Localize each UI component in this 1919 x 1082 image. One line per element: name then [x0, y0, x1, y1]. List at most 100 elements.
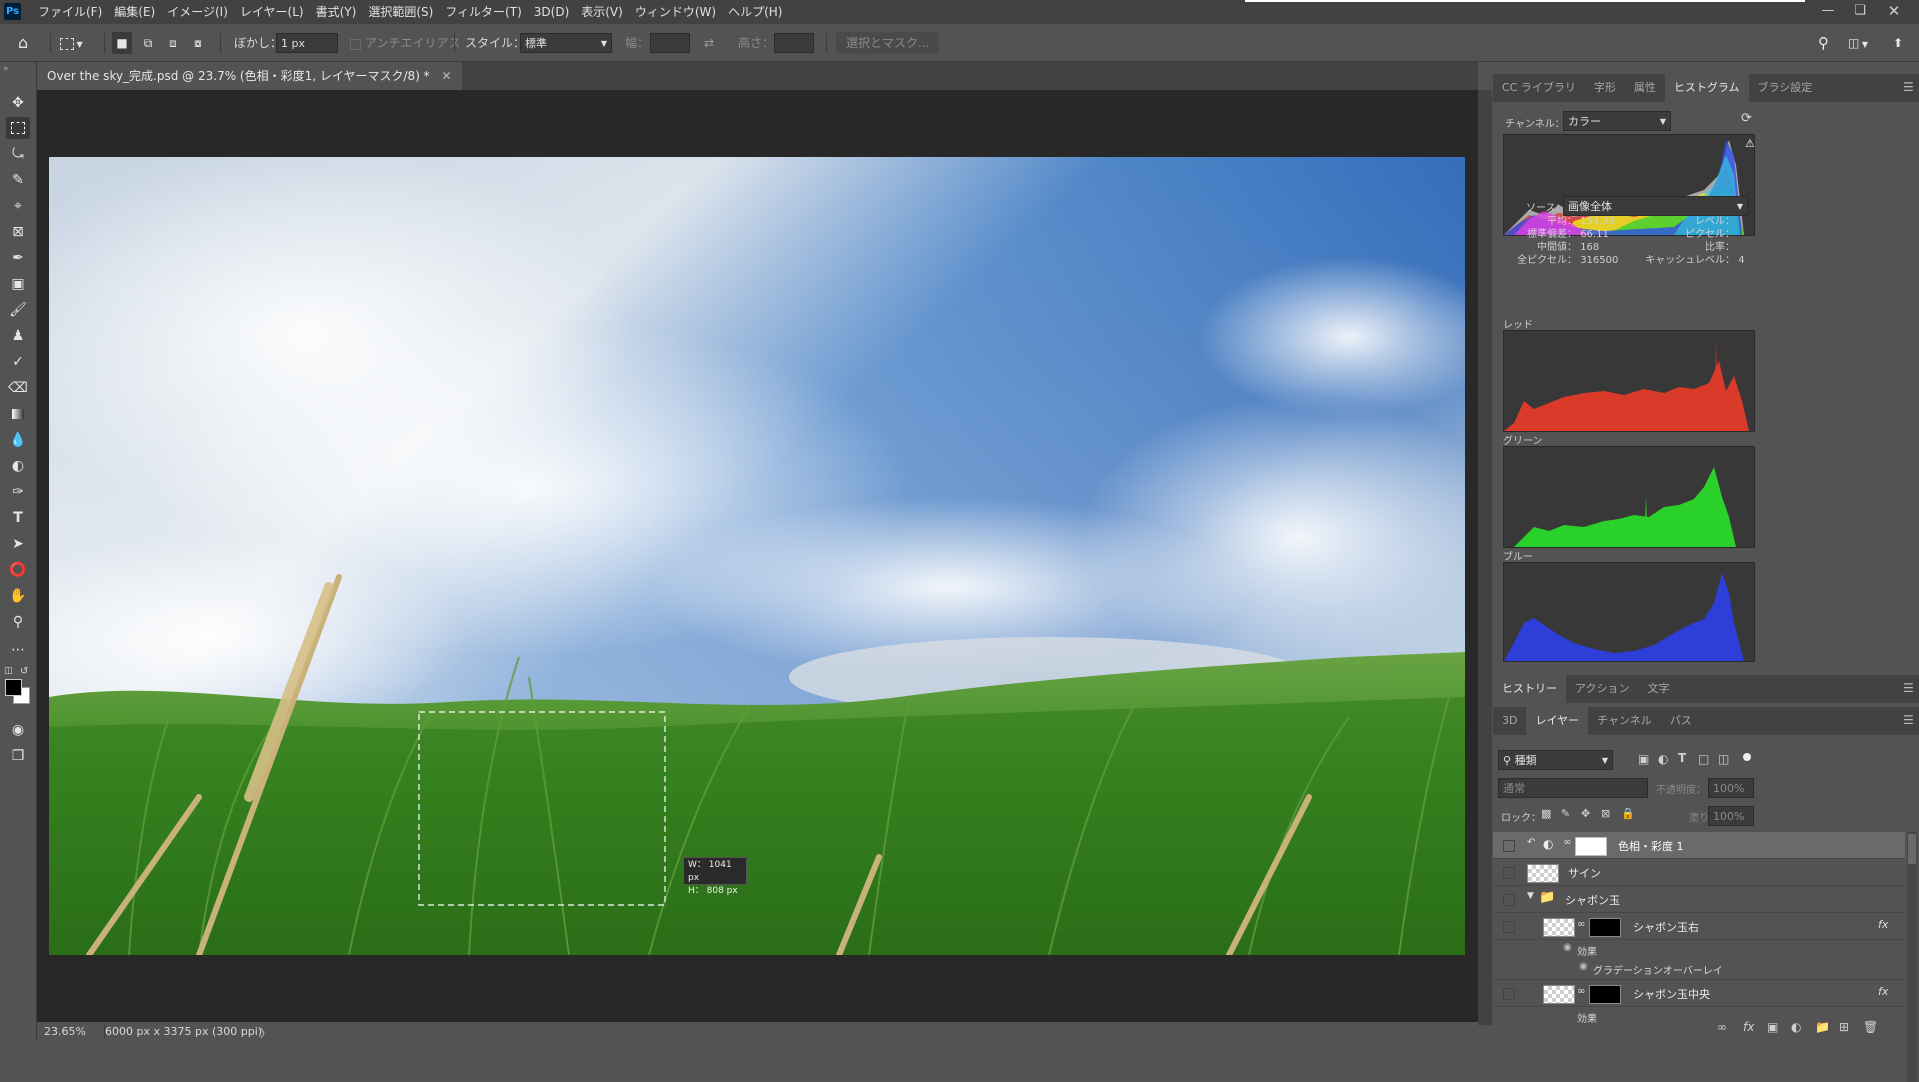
effect-item-row[interactable]: ◉ グラデーションオーバーレイ: [1493, 959, 1905, 980]
intersect-selection-icon[interactable]: ⧇: [188, 32, 208, 54]
type-tool-icon[interactable]: T: [6, 507, 30, 529]
tab-actions[interactable]: アクション: [1566, 675, 1638, 703]
gradient-tool-icon[interactable]: [6, 403, 30, 425]
menu-edit[interactable]: 編集(E): [108, 0, 161, 24]
frame-tool-icon[interactable]: ⊠: [6, 221, 30, 243]
tab-cc-libraries[interactable]: CC ライブラリ: [1493, 74, 1585, 102]
lock-image-icon[interactable]: ✎: [1561, 807, 1570, 820]
lock-transparent-icon[interactable]: ▩: [1541, 807, 1551, 820]
layers-scrollbar[interactable]: [1907, 832, 1917, 1082]
crop-tool-icon[interactable]: ⌖: [6, 195, 30, 217]
minimize-icon[interactable]: —: [1812, 0, 1844, 22]
new-group-icon[interactable]: 📁: [1815, 1020, 1830, 1034]
close-tab-icon[interactable]: ✕: [442, 69, 452, 83]
menu-3d[interactable]: 3D(D): [528, 0, 575, 24]
eye-icon[interactable]: ◉: [1563, 942, 1572, 953]
select-and-mask-button[interactable]: 選択とマスク...: [836, 32, 940, 54]
filter-toggle-icon[interactable]: [1743, 753, 1751, 761]
tab-paths[interactable]: パス: [1661, 707, 1701, 735]
visibility-toggle[interactable]: [1503, 867, 1515, 879]
tab-layers[interactable]: レイヤー: [1526, 707, 1589, 735]
visibility-toggle[interactable]: [1503, 921, 1515, 933]
quick-mask-icon[interactable]: ◉: [6, 719, 30, 741]
filter-adjustment-icon[interactable]: ◐: [1658, 752, 1668, 766]
link-layers-icon[interactable]: ∞: [1717, 1020, 1727, 1034]
tab-properties[interactable]: 属性: [1625, 74, 1665, 102]
eraser-tool-icon[interactable]: ⌫: [6, 377, 30, 399]
tab-channels[interactable]: チャンネル: [1588, 707, 1661, 735]
antialias-checkbox[interactable]: [350, 39, 361, 50]
tab-brush-settings[interactable]: ブラシ設定: [1749, 74, 1822, 102]
warning-icon[interactable]: ⚠: [1745, 137, 1755, 150]
add-selection-icon[interactable]: ⧉: [138, 32, 158, 54]
zoom-readout[interactable]: 23.65%: [44, 1025, 86, 1038]
foreground-color-swatch[interactable]: [5, 679, 22, 696]
document-image[interactable]: [49, 157, 1465, 955]
height-input[interactable]: [774, 33, 814, 53]
layers-menu-icon[interactable]: ☰: [1903, 713, 1914, 727]
hand-tool-icon[interactable]: ✋: [6, 585, 30, 607]
rectangular-marquee-tool-icon[interactable]: [6, 117, 30, 139]
history-menu-icon[interactable]: ☰: [1903, 681, 1914, 695]
more-tools-icon[interactable]: ⋯: [6, 639, 30, 661]
new-adjustment-icon[interactable]: ◐: [1791, 1020, 1801, 1034]
fx-badge[interactable]: fx: [1878, 985, 1888, 998]
visibility-toggle[interactable]: [1503, 988, 1515, 1000]
document-tab[interactable]: Over the sky_完成.psd @ 23.7% (色相・彩度1, レイヤ…: [37, 62, 462, 90]
canvas-vertical-scrollbar[interactable]: [1478, 90, 1492, 1025]
visibility-toggle[interactable]: [1503, 894, 1515, 906]
menu-window[interactable]: ウィンドウ(W): [629, 0, 722, 24]
new-layer-icon[interactable]: ⊞: [1839, 1020, 1849, 1034]
quick-selection-tool-icon[interactable]: ✎: [6, 169, 30, 191]
workspace-icon[interactable]: ◫ ▼: [1848, 32, 1868, 54]
layer-style-icon[interactable]: fx: [1743, 1020, 1754, 1034]
filter-type-icon[interactable]: T: [1678, 751, 1686, 765]
home-icon[interactable]: ⌂: [18, 32, 28, 54]
share-icon[interactable]: ⬆: [1893, 32, 1903, 54]
effects-row[interactable]: ◉ 効果: [1493, 940, 1905, 960]
menu-layer[interactable]: レイヤー(L): [234, 0, 310, 24]
move-tool-icon[interactable]: ✥: [6, 92, 30, 114]
subtract-selection-icon[interactable]: ⧈: [163, 32, 183, 54]
layer-row[interactable]: ∞ シャボン玉右 fx: [1493, 913, 1905, 940]
source-select[interactable]: 画像全体 ▼: [1563, 196, 1748, 216]
menu-filter[interactable]: フィルター(T): [439, 0, 527, 24]
status-menu-arrow[interactable]: 〉: [260, 1025, 271, 1041]
zoom-tool-icon[interactable]: ⚲: [6, 611, 30, 633]
marquee-preset-icon[interactable]: ▼: [60, 32, 92, 54]
tab-history[interactable]: ヒストリー: [1493, 675, 1566, 703]
eyedropper-tool-icon[interactable]: ✒: [6, 247, 30, 269]
chevron-down-icon[interactable]: ▼: [1527, 891, 1534, 901]
tab-3d[interactable]: 3D: [1493, 707, 1526, 735]
opacity-input[interactable]: 100%: [1708, 778, 1754, 798]
screen-mode-icon[interactable]: ❐: [6, 745, 30, 767]
filter-smart-object-icon[interactable]: ◫: [1718, 752, 1729, 766]
layer-row[interactable]: サイン: [1493, 859, 1905, 886]
width-input[interactable]: [650, 33, 690, 53]
scroll-thumb[interactable]: [1908, 834, 1916, 864]
style-select[interactable]: 標準 ▼: [520, 33, 612, 53]
tab-character[interactable]: 文字: [1638, 675, 1678, 703]
menu-type[interactable]: 書式(Y): [310, 0, 363, 24]
lasso-tool-icon[interactable]: ⤿: [6, 143, 30, 165]
close-icon[interactable]: ✕: [1878, 0, 1910, 22]
collapse-icon[interactable]: »: [3, 64, 9, 74]
add-mask-icon[interactable]: ▣: [1767, 1020, 1778, 1034]
restore-icon[interactable]: ❏: [1844, 0, 1876, 22]
clone-stamp-tool-icon[interactable]: ♟: [6, 325, 30, 347]
visibility-toggle[interactable]: [1503, 840, 1515, 852]
menu-select[interactable]: 選択範囲(S): [362, 0, 439, 24]
panel-menu-icon[interactable]: ☰: [1903, 80, 1914, 94]
dodge-tool-icon[interactable]: ◐: [6, 455, 30, 477]
blur-tool-icon[interactable]: 💧: [6, 429, 30, 451]
layer-row[interactable]: ∞ シャボン玉中央 fx: [1493, 980, 1905, 1007]
layer-filter-select[interactable]: ⚲ 種類 ▼: [1498, 750, 1613, 770]
pen-tool-icon[interactable]: ✑: [6, 481, 30, 503]
tab-glyphs[interactable]: 字形: [1585, 74, 1625, 102]
tab-histogram[interactable]: ヒストグラム: [1664, 74, 1749, 102]
menu-help[interactable]: ヘルプ(H): [722, 0, 788, 24]
refresh-icon[interactable]: ⟳: [1741, 111, 1752, 126]
menu-image[interactable]: イメージ(I): [161, 0, 234, 24]
layer-group-row[interactable]: ▼ 📁 シャボン玉: [1493, 886, 1905, 913]
menu-file[interactable]: ファイル(F): [32, 0, 108, 24]
